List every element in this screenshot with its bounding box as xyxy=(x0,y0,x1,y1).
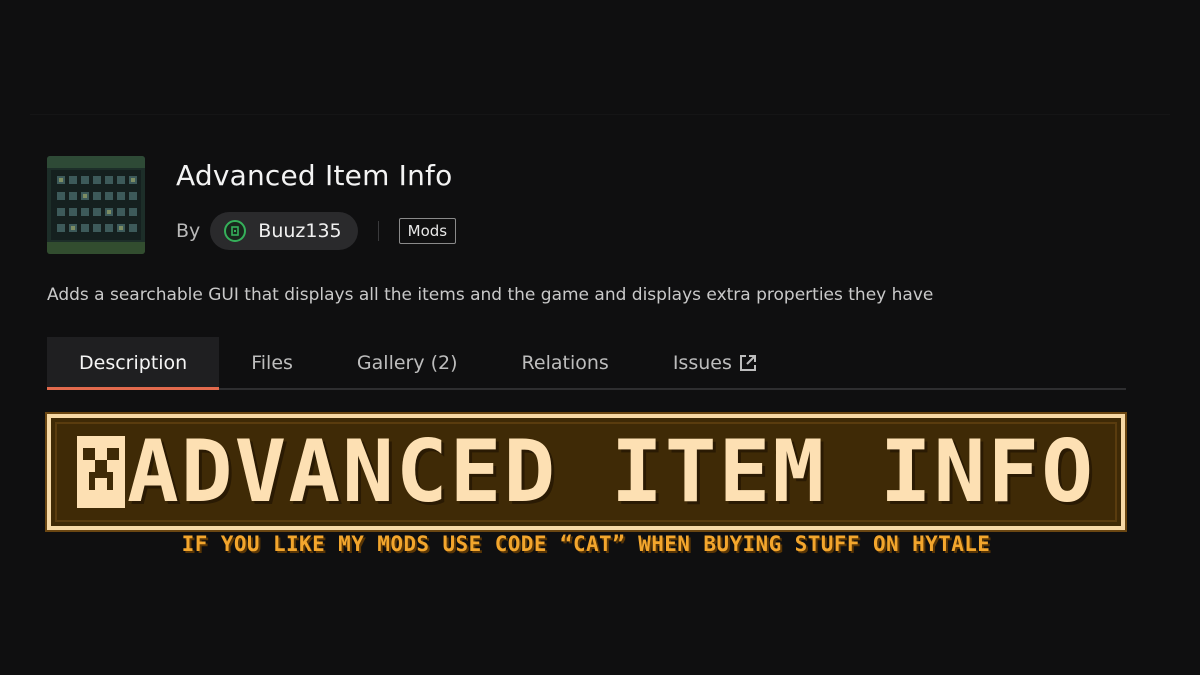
creeper-face-icon xyxy=(77,436,125,512)
description-banner: ADVANCED ITEM INFO IF YOU LIKE MY MODS U… xyxy=(47,414,1125,560)
author-link[interactable]: Buuz135 xyxy=(210,212,358,250)
project-thumbnail[interactable] xyxy=(47,156,145,254)
tab-label: Issues xyxy=(672,351,732,374)
tab-files[interactable]: Files xyxy=(219,337,325,388)
tab-label: Description xyxy=(79,351,188,374)
top-divider xyxy=(30,114,1170,115)
tab-label: Files xyxy=(251,351,293,374)
category-tag[interactable]: Mods xyxy=(398,218,457,244)
project-page: Advanced Item Info By Buuz135 Mods Adds … xyxy=(0,0,1200,675)
tab-label: Gallery (2) xyxy=(356,351,458,374)
project-summary: Adds a searchable GUI that displays all … xyxy=(47,285,934,305)
author-name: Buuz135 xyxy=(258,220,342,242)
project-tabs: Description Files Gallery (2) Relations … xyxy=(47,337,1126,390)
banner-title: ADVANCED ITEM INFO xyxy=(127,422,1095,522)
tab-issues[interactable]: Issues xyxy=(641,337,790,388)
tab-gallery[interactable]: Gallery (2) xyxy=(325,337,490,388)
banner-subtitle: IF YOU LIKE MY MODS USE CODE “CAT” WHEN … xyxy=(181,532,991,556)
byline: By Buuz135 Mods xyxy=(176,212,457,250)
by-label: By xyxy=(176,220,201,242)
project-title: Advanced Item Info xyxy=(176,159,453,192)
author-avatar-icon xyxy=(224,220,247,242)
tab-description[interactable]: Description xyxy=(47,337,220,390)
byline-divider xyxy=(377,221,379,241)
tab-relations[interactable]: Relations xyxy=(490,337,641,388)
tab-label: Relations xyxy=(521,351,609,374)
external-link-icon xyxy=(738,353,758,373)
